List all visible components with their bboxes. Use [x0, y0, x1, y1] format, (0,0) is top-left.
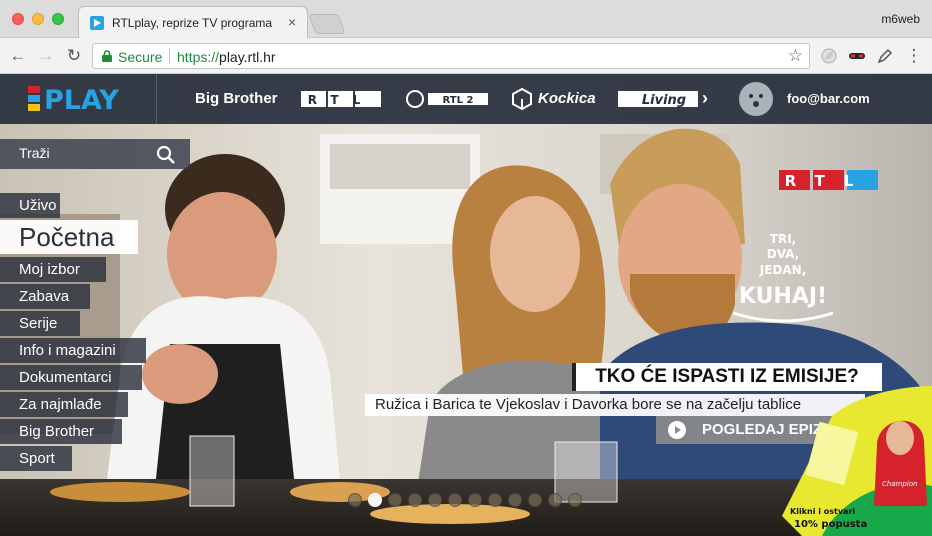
- channel-rtl-text: RTL: [308, 93, 375, 107]
- extension-mask-icon[interactable]: [848, 47, 866, 65]
- show-logo-line-4: KUHAJ!: [739, 284, 827, 309]
- rtl-badge-text: RTL: [785, 172, 873, 190]
- show-logo-line-1: TRI,: [770, 232, 796, 246]
- browser-profile-name[interactable]: m6web: [881, 12, 920, 26]
- menu-item-serije[interactable]: Serije: [0, 311, 80, 336]
- channel-rtl2-logo[interactable]: RTL 2: [406, 90, 488, 108]
- zoom-window-button[interactable]: [52, 13, 64, 25]
- url-text: https://play.rtl.hr: [177, 49, 276, 65]
- menu-item-moj-izbor[interactable]: Moj izbor: [0, 257, 106, 282]
- search-icon[interactable]: [156, 145, 176, 165]
- ad-brand: Champion: [882, 480, 918, 488]
- channel-big-brother[interactable]: Big Brother: [195, 74, 278, 124]
- menu-item-za-najmlade[interactable]: Za najmlađe: [0, 392, 128, 417]
- minimize-window-button[interactable]: [32, 13, 44, 25]
- window-titlebar: RTLplay, reprize TV programa × m6web: [0, 0, 932, 38]
- tri-dva-jedan-kuhaj-logo: TRI, DVA, JEDAN, KUHAJ!: [732, 232, 834, 323]
- carousel-dot[interactable]: [548, 493, 562, 507]
- secure-label: Secure: [118, 49, 163, 65]
- carousel-dot[interactable]: [448, 493, 462, 507]
- lock-icon: [102, 50, 112, 62]
- browser-toolbar: ← → ↻ Secure https://play.rtl.hr ☆ ⋮: [0, 38, 932, 74]
- ad-text-discount: 10% popusta: [794, 519, 867, 530]
- extension-leaf-icon[interactable]: [820, 47, 838, 65]
- channel-rtl2-text: RTL 2: [443, 95, 474, 106]
- champion-advertisement[interactable]: Champion Klikni i ostvari 10% popusta: [782, 386, 932, 536]
- carousel-dot[interactable]: [428, 493, 442, 507]
- rtl-channel-badge: RTL: [779, 170, 878, 190]
- menu-item-sport[interactable]: Sport: [0, 446, 72, 471]
- channel-next-arrow-icon[interactable]: ›: [702, 88, 708, 109]
- show-logo-line-2: DVA,: [767, 247, 800, 261]
- carousel-dot[interactable]: [468, 493, 482, 507]
- channel-kockica[interactable]: Kockica: [538, 74, 596, 124]
- logo-text: PLAY: [44, 85, 119, 114]
- channel-rtl-logo[interactable]: RTL: [301, 91, 381, 107]
- carousel-dot[interactable]: [348, 493, 362, 507]
- site-top-nav: PLAY Big Brother RTL RTL 2 Kockica Livin…: [0, 74, 932, 124]
- kockica-cube-icon: [512, 88, 532, 110]
- forward-icon[interactable]: →: [36, 46, 56, 66]
- user-email[interactable]: foo@bar.com: [787, 91, 870, 106]
- menu-item-zabava[interactable]: Zabava: [0, 284, 90, 309]
- carousel-dot[interactable]: [528, 493, 542, 507]
- menu-item-dokumentarci[interactable]: Dokumentarci: [0, 365, 142, 390]
- tab-close-icon[interactable]: ×: [288, 14, 296, 30]
- search-bar[interactable]: Traži: [0, 139, 190, 169]
- nav-divider: [156, 74, 157, 124]
- carousel-dot-active[interactable]: [368, 493, 382, 507]
- close-window-button[interactable]: [12, 13, 24, 25]
- channel-living-text: Living: [642, 93, 686, 108]
- url-host: play.rtl.hr: [219, 49, 276, 65]
- user-face-icon: [749, 94, 763, 107]
- page-viewport: PLAY Big Brother RTL RTL 2 Kockica Livin…: [0, 74, 932, 536]
- ad-text-small: Klikni i ostvari: [790, 507, 855, 516]
- carousel-dot[interactable]: [568, 493, 582, 507]
- menu-item-info-i-magazini[interactable]: Info i magazini: [0, 338, 146, 363]
- new-tab-button[interactable]: [308, 14, 346, 34]
- rtl-play-logo[interactable]: PLAY: [28, 82, 128, 114]
- omnibox-divider: [169, 48, 170, 64]
- bookmark-star-icon[interactable]: ☆: [788, 46, 803, 66]
- menu-item-pocetna[interactable]: Početna: [0, 220, 138, 254]
- tab-title: RTLplay, reprize TV programa: [112, 16, 273, 30]
- play-circle-icon: [668, 421, 686, 439]
- extension-pen-icon[interactable]: [876, 47, 894, 65]
- play-favicon-icon: [90, 16, 104, 30]
- user-avatar[interactable]: [739, 82, 773, 116]
- show-logo-line-3: JEDAN,: [759, 263, 807, 277]
- reload-icon[interactable]: ↻: [64, 46, 84, 66]
- carousel-dot[interactable]: [408, 493, 422, 507]
- menu-item-big-brother[interactable]: Big Brother: [0, 419, 122, 444]
- carousel-dot[interactable]: [388, 493, 402, 507]
- browser-tab[interactable]: RTLplay, reprize TV programa ×: [78, 6, 308, 38]
- search-label: Traži: [19, 145, 50, 161]
- carousel-dot[interactable]: [488, 493, 502, 507]
- address-bar[interactable]: Secure https://play.rtl.hr ☆: [92, 43, 810, 69]
- carousel-dot[interactable]: [508, 493, 522, 507]
- back-icon[interactable]: ←: [8, 46, 28, 66]
- menu-item-uzivo[interactable]: Uživo: [0, 193, 60, 218]
- channel-living-logo[interactable]: Living: [618, 90, 698, 108]
- chrome-menu-icon[interactable]: ⋮: [904, 46, 924, 66]
- url-protocol: https://: [177, 49, 220, 65]
